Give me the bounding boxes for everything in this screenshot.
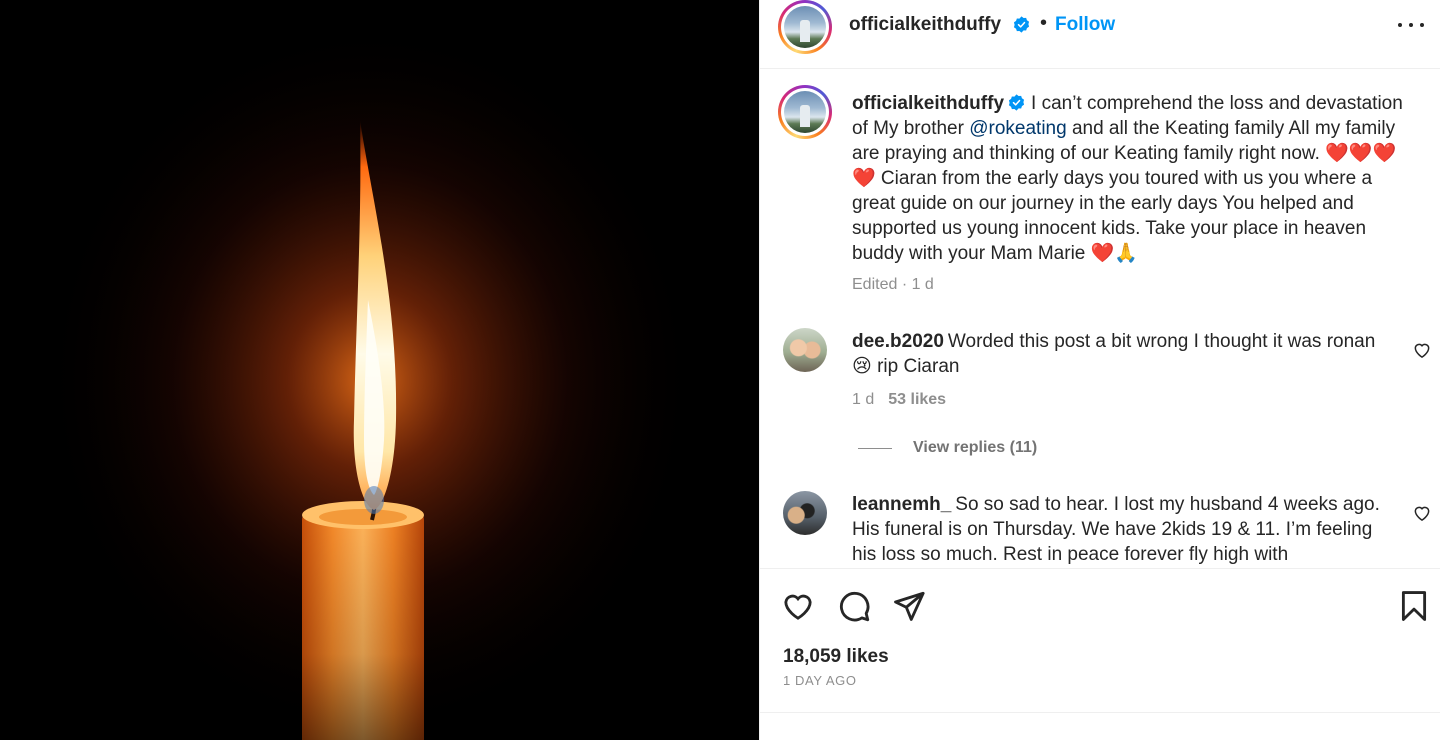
commenter-username[interactable]: dee.b2020: [852, 331, 944, 352]
commenter-username[interactable]: leannemh_: [852, 494, 951, 515]
replies-divider: [858, 448, 892, 449]
likes-count[interactable]: 18,059 likes: [783, 646, 889, 668]
comments-list[interactable]: officialkeithduffy I can’t comprehend the…: [760, 69, 1440, 568]
commenter-avatar[interactable]: [783, 491, 827, 535]
comment-likes[interactable]: 53 likes: [888, 391, 946, 408]
caption-meta: Edited · 1 d: [852, 276, 934, 293]
comment-meta: 1 d 53 likes: [852, 391, 946, 409]
verified-badge-icon: [1013, 16, 1030, 33]
caption-text-part2: and all the Keating family All my family…: [852, 118, 1397, 264]
comment-age: 1 d: [852, 391, 875, 408]
comment-icon[interactable]: [837, 589, 871, 623]
comment-like-icon[interactable]: [1412, 503, 1432, 523]
candle-photo: [0, 0, 759, 740]
caption-username[interactable]: officialkeithduffy: [852, 93, 1004, 114]
heart-icon[interactable]: [781, 589, 815, 623]
comment-text: leannemh_ So so sad to hear. I lost my hu…: [852, 492, 1392, 567]
more-options-icon[interactable]: [1390, 10, 1432, 40]
commenter-avatar[interactable]: [783, 328, 827, 372]
author-avatar[interactable]: [778, 0, 832, 54]
post-details-panel: officialkeithduffy • Follow officialkeit…: [759, 0, 1440, 740]
post-header: officialkeithduffy • Follow: [760, 0, 1440, 69]
comment-text: dee.b2020 Worded this post a bit wrong I …: [852, 329, 1392, 379]
caption-author-avatar[interactable]: [778, 85, 832, 139]
follow-button[interactable]: Follow: [1055, 14, 1115, 36]
caption-mention-link[interactable]: @rokeating: [969, 118, 1066, 139]
author-username[interactable]: officialkeithduffy: [849, 14, 1001, 36]
comment-like-icon[interactable]: [1412, 340, 1432, 360]
share-icon[interactable]: [892, 589, 926, 623]
post-image[interactable]: [0, 0, 759, 740]
post-date[interactable]: 1 day ago: [783, 673, 857, 688]
post-actions: 18,059 likes 1 day ago: [760, 568, 1440, 713]
verified-badge-icon: [1008, 94, 1025, 111]
bookmark-icon[interactable]: [1397, 589, 1431, 623]
header-separator: •: [1040, 12, 1048, 34]
post-caption: officialkeithduffy I can’t comprehend the…: [852, 91, 1412, 266]
view-replies-button[interactable]: View replies (11): [913, 439, 1037, 457]
